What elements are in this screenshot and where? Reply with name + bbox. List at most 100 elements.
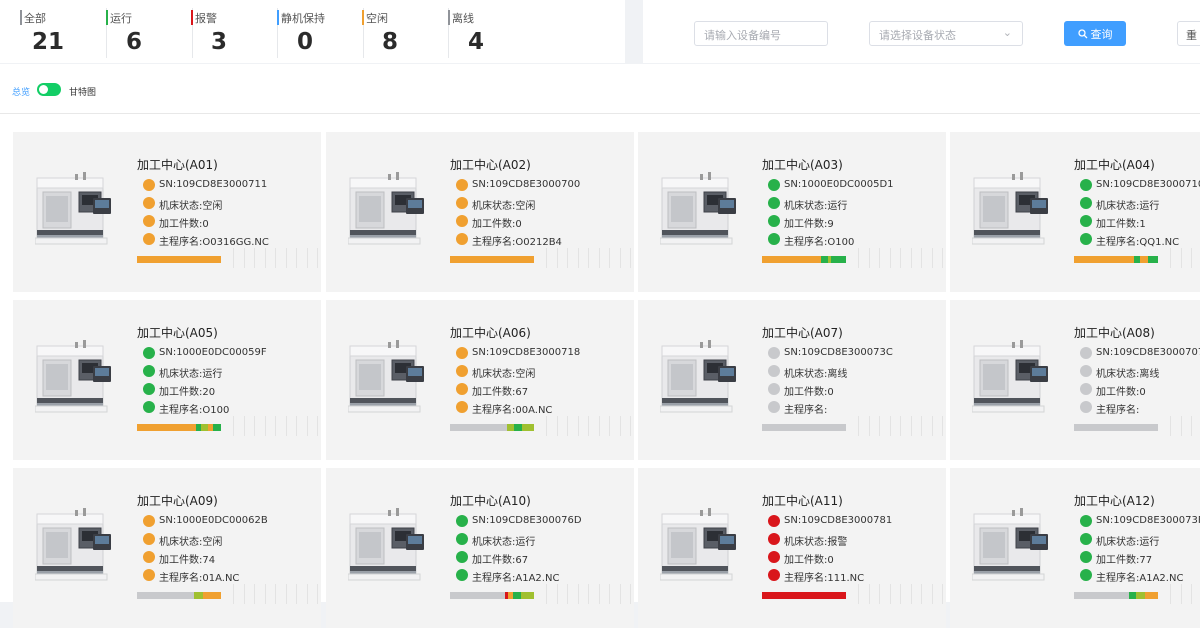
status-dot-icon xyxy=(143,383,155,395)
timeline-segment xyxy=(512,592,522,599)
timeline-segment xyxy=(212,424,221,431)
status-dot-icon xyxy=(768,383,780,395)
device-title: 加工中心(A12) xyxy=(1074,494,1155,508)
timeline-tick xyxy=(931,416,933,436)
stat-color-bar xyxy=(362,10,364,25)
gantt-label[interactable]: 甘特图 xyxy=(69,85,96,98)
status-timeline xyxy=(762,592,846,599)
stat-color-bar xyxy=(448,10,450,25)
timeline-gridlines xyxy=(1170,248,1200,268)
status-dot-icon xyxy=(1080,197,1092,209)
timeline-tick xyxy=(296,248,297,268)
timeline-tick xyxy=(254,584,255,604)
device-card[interactable]: 加工中心(A02) SN:109CD8E3000700 机床状态:空闲 加工件数:0 主… xyxy=(326,132,634,292)
device-title: 加工中心(A08) xyxy=(1074,326,1155,340)
field-label: 主程序名: xyxy=(159,573,203,584)
stat-item[interactable]: 全部 21 xyxy=(20,8,110,58)
device-status-select[interactable]: 请选择设备状态 ⌄ xyxy=(869,21,1023,46)
timeline-tick xyxy=(317,416,318,436)
status-row-text: 机床状态:运行 xyxy=(472,533,535,548)
device-card[interactable]: 加工中心(A12) SN:109CD8E300073F 机床状态:运行 加工件数:77… xyxy=(950,468,1200,628)
device-card[interactable]: 加工中心(A04) SN:109CD8E3000710 机床状态:运行 加工件数:1 主… xyxy=(950,132,1200,292)
device-card[interactable]: 加工中心(A06) SN:109CD8E3000718 机床状态:空闲 加工件数:67… xyxy=(326,300,634,460)
timeline-tick xyxy=(910,584,912,604)
filter-bar: 请输入设备编号 请选择设备状态 ⌄ 查询 重 xyxy=(643,0,1200,63)
stat-item[interactable]: 空闲 8 xyxy=(362,8,452,58)
device-card[interactable]: 加工中心(A07) SN:109CD8E300073C 机床状态:离线 加工件数:0 主… xyxy=(638,300,946,460)
timeline-segment xyxy=(820,256,828,263)
timeline-tick xyxy=(243,248,245,268)
field-label: 机床状态: xyxy=(472,369,516,380)
timeline-segment xyxy=(137,256,221,263)
status-dot-icon xyxy=(456,179,468,191)
program-row-text: 主程序名: xyxy=(1096,401,1139,416)
timeline-tick xyxy=(1170,416,1171,436)
field-label: 主程序名: xyxy=(159,405,203,416)
field-label: 加工件数: xyxy=(784,555,828,566)
status-dot-icon xyxy=(768,569,780,581)
timeline-gridlines xyxy=(858,416,943,436)
stat-item[interactable]: 运行 6 xyxy=(106,8,196,58)
reset-button[interactable]: 重 xyxy=(1177,21,1200,46)
device-card[interactable]: 加工中心(A08) SN:109CD8E3000707 机床状态:离线 加工件数:0 主… xyxy=(950,300,1200,460)
sn-row-text: SN:1000E0DC00062B xyxy=(159,515,268,526)
timeline-tick xyxy=(900,248,901,268)
device-card[interactable]: 加工中心(A11) SN:109CD8E3000781 机床状态:报警 加工件数:0 主… xyxy=(638,468,946,628)
status-dot-icon xyxy=(1080,401,1092,413)
timeline-tick xyxy=(275,584,276,604)
count-row-text: 加工件数:77 xyxy=(1096,551,1152,566)
program-row-text: 主程序名:O0212B4 xyxy=(472,233,562,248)
timeline-segment xyxy=(200,424,208,431)
device-card[interactable]: 加工中心(A03) SN:1000E0DC0005D1 机床状态:运行 加工件数:9 主… xyxy=(638,132,946,292)
machine-tool-image xyxy=(348,172,424,245)
field-label: 加工件数: xyxy=(159,387,203,398)
timeline-tick xyxy=(233,584,234,604)
status-dot-icon xyxy=(1080,515,1092,527)
device-card[interactable]: 加工中心(A10) SN:109CD8E300076D 机床状态:运行 加工件数:67… xyxy=(326,468,634,628)
timeline-tick xyxy=(931,584,933,604)
machine-tool-image xyxy=(660,340,736,413)
timeline-tick xyxy=(858,416,859,436)
field-value: SN:109CD8E3000700 xyxy=(472,179,581,190)
status-dot-icon xyxy=(143,365,155,377)
machine-tool-image xyxy=(35,172,111,245)
timeline-tick xyxy=(619,584,621,604)
timeline-tick xyxy=(556,584,558,604)
device-card[interactable]: 加工中心(A05) SN:1000E0DC00059F 机床状态:运行 加工件数:20… xyxy=(13,300,321,460)
field-label: 机床状态: xyxy=(1096,201,1140,212)
field-value: SN:109CD8E3000710 xyxy=(1096,179,1200,190)
timeline-tick xyxy=(619,248,621,268)
device-card[interactable]: 加工中心(A01) SN:109CD8E3000711 机床状态:空闲 加工件数:0 主… xyxy=(13,132,321,292)
status-summary-panel: 全部 21 运行 6 报警 3 静机保持 0 空闲 8 离线 4 xyxy=(0,0,625,63)
timeline-segment xyxy=(450,424,508,431)
timeline-tick xyxy=(868,248,870,268)
timeline-segment xyxy=(762,424,846,431)
stat-item[interactable]: 静机保持 0 xyxy=(277,8,367,58)
sn-row-text: SN:109CD8E3000710 xyxy=(1096,179,1200,190)
stat-item[interactable]: 报警 3 xyxy=(191,8,281,58)
field-label: 加工件数: xyxy=(159,219,203,230)
timeline-tick xyxy=(858,248,859,268)
stat-item[interactable]: 离线 4 xyxy=(448,8,538,58)
timeline-segment xyxy=(762,592,846,599)
sn-row-text: SN:109CD8E3000718 xyxy=(472,347,580,358)
device-number-input[interactable]: 请输入设备编号 xyxy=(694,21,828,46)
status-dot-icon xyxy=(768,401,780,413)
field-value: 离线 xyxy=(827,369,848,380)
timeline-tick xyxy=(630,416,631,436)
field-value: 0 xyxy=(827,387,834,398)
machine-tool-image xyxy=(660,172,736,245)
timeline-gridlines xyxy=(546,584,631,604)
view-mode-switch[interactable] xyxy=(37,83,61,96)
count-row-text: 加工件数:74 xyxy=(159,551,215,566)
search-button[interactable]: 查询 xyxy=(1064,21,1126,46)
device-title: 加工中心(A11) xyxy=(762,494,843,508)
overview-label[interactable]: 总览 xyxy=(12,85,30,98)
device-card[interactable]: 加工中心(A09) SN:1000E0DC00062B 机床状态:空闲 加工件数:74… xyxy=(13,468,321,628)
program-row-text: 主程序名:01A.NC xyxy=(159,569,239,584)
field-value: 0 xyxy=(202,219,209,230)
status-row-text: 机床状态:报警 xyxy=(784,533,847,548)
status-dot-icon xyxy=(143,515,155,527)
timeline-gridlines xyxy=(858,248,943,268)
sn-row-text: SN:1000E0DC0005D1 xyxy=(784,179,894,190)
